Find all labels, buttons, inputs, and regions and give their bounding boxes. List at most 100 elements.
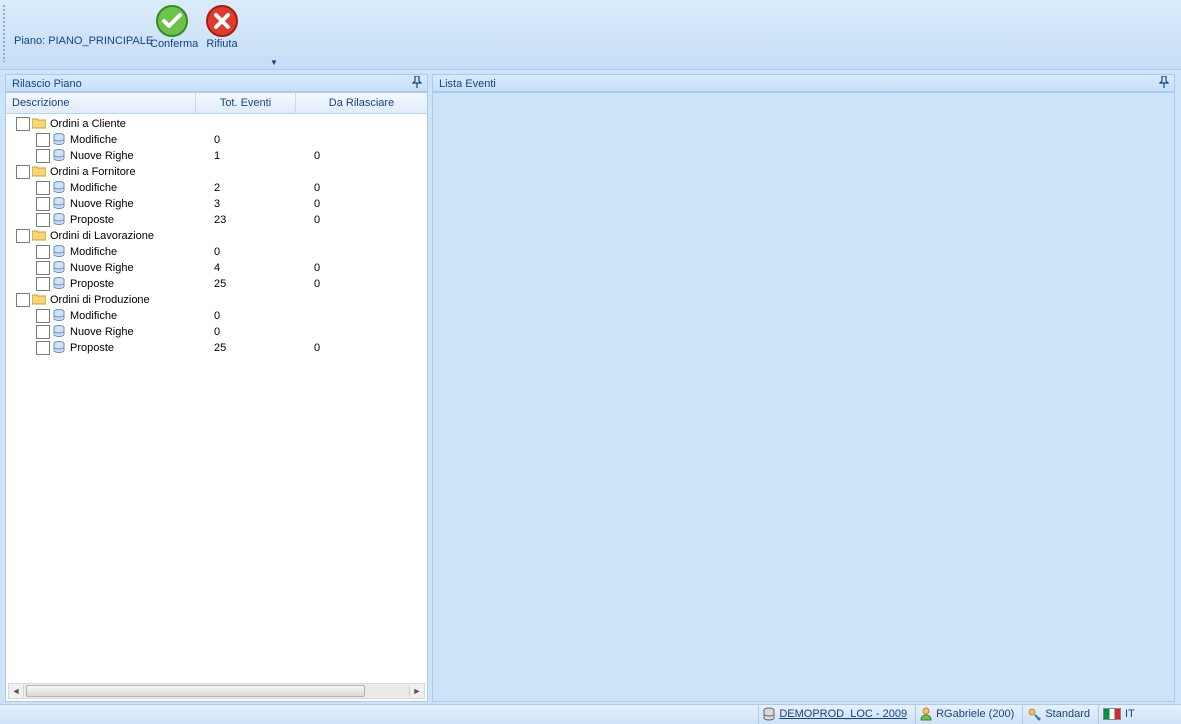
tree-group[interactable]: Ordini di Produzione	[6, 292, 427, 308]
confirm-button[interactable]: Conferma	[150, 4, 194, 50]
tree-item-tot: 25	[214, 340, 226, 356]
toolbar: Piano: PIANO_PRINCIPALE Conferma Rifiuta…	[0, 0, 1181, 70]
checkbox[interactable]	[16, 165, 30, 179]
tree-item-label: Modifiche	[70, 244, 117, 260]
checkbox[interactable]	[36, 261, 50, 275]
database-icon	[52, 276, 66, 292]
status-profile-text: Standard	[1045, 705, 1090, 724]
flag-it-icon	[1103, 708, 1121, 720]
tree-item-tot: 0	[214, 308, 220, 324]
folder-icon	[32, 228, 46, 244]
database-icon	[52, 212, 66, 228]
checkbox[interactable]	[16, 293, 30, 307]
database-icon	[52, 244, 66, 260]
tree-item-rel: 0	[314, 340, 320, 356]
tree-item[interactable]: Modifiche 2 0	[6, 180, 427, 196]
tree-item-label: Nuove Righe	[70, 324, 134, 340]
tree-item[interactable]: Proposte 23 0	[6, 212, 427, 228]
tree-item-tot: 4	[214, 260, 220, 276]
checkbox[interactable]	[36, 197, 50, 211]
checkbox[interactable]	[36, 149, 50, 163]
toolbar-grip[interactable]	[2, 4, 6, 62]
right-panel-title: Lista Eventi	[432, 74, 1175, 92]
tree-item-label: Proposte	[70, 340, 114, 356]
col-header-tot-eventi[interactable]: Tot. Eventi	[196, 93, 296, 113]
checkbox[interactable]	[36, 213, 50, 227]
tree-item-label: Proposte	[70, 212, 114, 228]
plan-label: Piano: PIANO_PRINCIPALE	[14, 35, 153, 47]
checkbox[interactable]	[36, 309, 50, 323]
checkbox[interactable]	[36, 245, 50, 259]
tree-item-rel: 0	[314, 276, 320, 292]
tree-item-rel: 0	[314, 180, 320, 196]
tree-item-tot: 1	[214, 148, 220, 164]
tree-group[interactable]: Ordini a Fornitore	[6, 164, 427, 180]
horizontal-scrollbar[interactable]: ◄ ►	[8, 683, 425, 699]
scroll-track[interactable]	[23, 685, 410, 697]
database-icon	[52, 340, 66, 356]
status-database[interactable]: DEMOPROD_LOC - 2009	[758, 705, 915, 724]
scroll-thumb[interactable]	[26, 685, 365, 697]
tree-item[interactable]: Modifiche 0	[6, 244, 427, 260]
tree-group[interactable]: Ordini a Cliente	[6, 116, 427, 132]
release-tree: Ordini a ClienteModifiche0Nuove Righe10O…	[6, 114, 427, 356]
status-profile[interactable]: Standard	[1022, 705, 1098, 724]
user-icon	[920, 707, 932, 721]
database-icon	[52, 324, 66, 340]
tree-item-tot: 2	[214, 180, 220, 196]
tree-item-tot: 23	[214, 212, 226, 228]
tree-item-label: Nuove Righe	[70, 148, 134, 164]
checkbox[interactable]	[16, 117, 30, 131]
tree-item-tot: 0	[214, 244, 220, 260]
status-user[interactable]: RGabriele (200)	[915, 705, 1022, 724]
col-header-da-rilasciare[interactable]: Da Rilasciare	[296, 93, 427, 113]
tree-item-tot: 0	[214, 324, 220, 340]
tree-item[interactable]: Nuove Righe30	[6, 196, 427, 212]
toolbar-dropdown-arrow[interactable]: ▼	[270, 58, 278, 67]
tree-item-label: Proposte	[70, 276, 114, 292]
tree-item-tot: 25	[214, 276, 226, 292]
checkbox[interactable]	[36, 341, 50, 355]
tree-item[interactable]: Proposte 25 0	[6, 276, 427, 292]
tree-item[interactable]: Modifiche0	[6, 132, 427, 148]
plan-label-text: Piano: PIANO_PRINCIPALE	[14, 35, 153, 47]
scroll-right-arrow[interactable]: ►	[410, 684, 424, 698]
tree-group-label: Ordini di Lavorazione	[50, 228, 154, 244]
database-icon	[52, 308, 66, 324]
status-bar: DEMOPROD_LOC - 2009 RGabriele (200) Stan…	[0, 704, 1181, 723]
x-circle-icon	[205, 4, 239, 38]
tree-group-label: Ordini a Fornitore	[50, 164, 136, 180]
tree-group-label: Ordini di Produzione	[50, 292, 150, 308]
tree-group-label: Ordini a Cliente	[50, 116, 126, 132]
left-panel-title: Rilascio Piano	[5, 74, 428, 92]
col-header-descrizione[interactable]: Descrizione	[6, 93, 196, 113]
database-icon	[52, 132, 66, 148]
checkbox[interactable]	[36, 133, 50, 147]
tree-item-label: Modifiche	[70, 132, 117, 148]
tree-item-rel: 0	[314, 212, 320, 228]
checkbox[interactable]	[16, 229, 30, 243]
checkbox[interactable]	[36, 277, 50, 291]
status-user-text: RGabriele (200)	[936, 705, 1014, 724]
tree-item-label: Modifiche	[70, 180, 117, 196]
database-icon	[52, 260, 66, 276]
tree-group[interactable]: Ordini di Lavorazione	[6, 228, 427, 244]
database-icon	[52, 148, 66, 164]
checkbox[interactable]	[36, 325, 50, 339]
tree-item-rel: 0	[314, 260, 320, 276]
status-language-text: IT	[1125, 705, 1135, 724]
reject-button[interactable]: Rifiuta	[200, 4, 244, 50]
status-language[interactable]: IT	[1098, 705, 1181, 724]
checkbox[interactable]	[36, 181, 50, 195]
tree-item[interactable]: Nuove Righe10	[6, 148, 427, 164]
tree-item[interactable]: Nuove Righe 0	[6, 324, 427, 340]
folder-icon	[32, 164, 46, 180]
tree-item[interactable]: Nuove Righe40	[6, 260, 427, 276]
right-panel-title-text: Lista Eventi	[439, 78, 496, 90]
tree-item[interactable]: Proposte 25 0	[6, 340, 427, 356]
tree-grid-header: Descrizione Tot. Eventi Da Rilasciare	[6, 93, 427, 114]
tree-item-label: Modifiche	[70, 308, 117, 324]
tree-item[interactable]: Modifiche 0	[6, 308, 427, 324]
reject-label: Rifiuta	[200, 38, 244, 50]
scroll-left-arrow[interactable]: ◄	[9, 684, 23, 698]
